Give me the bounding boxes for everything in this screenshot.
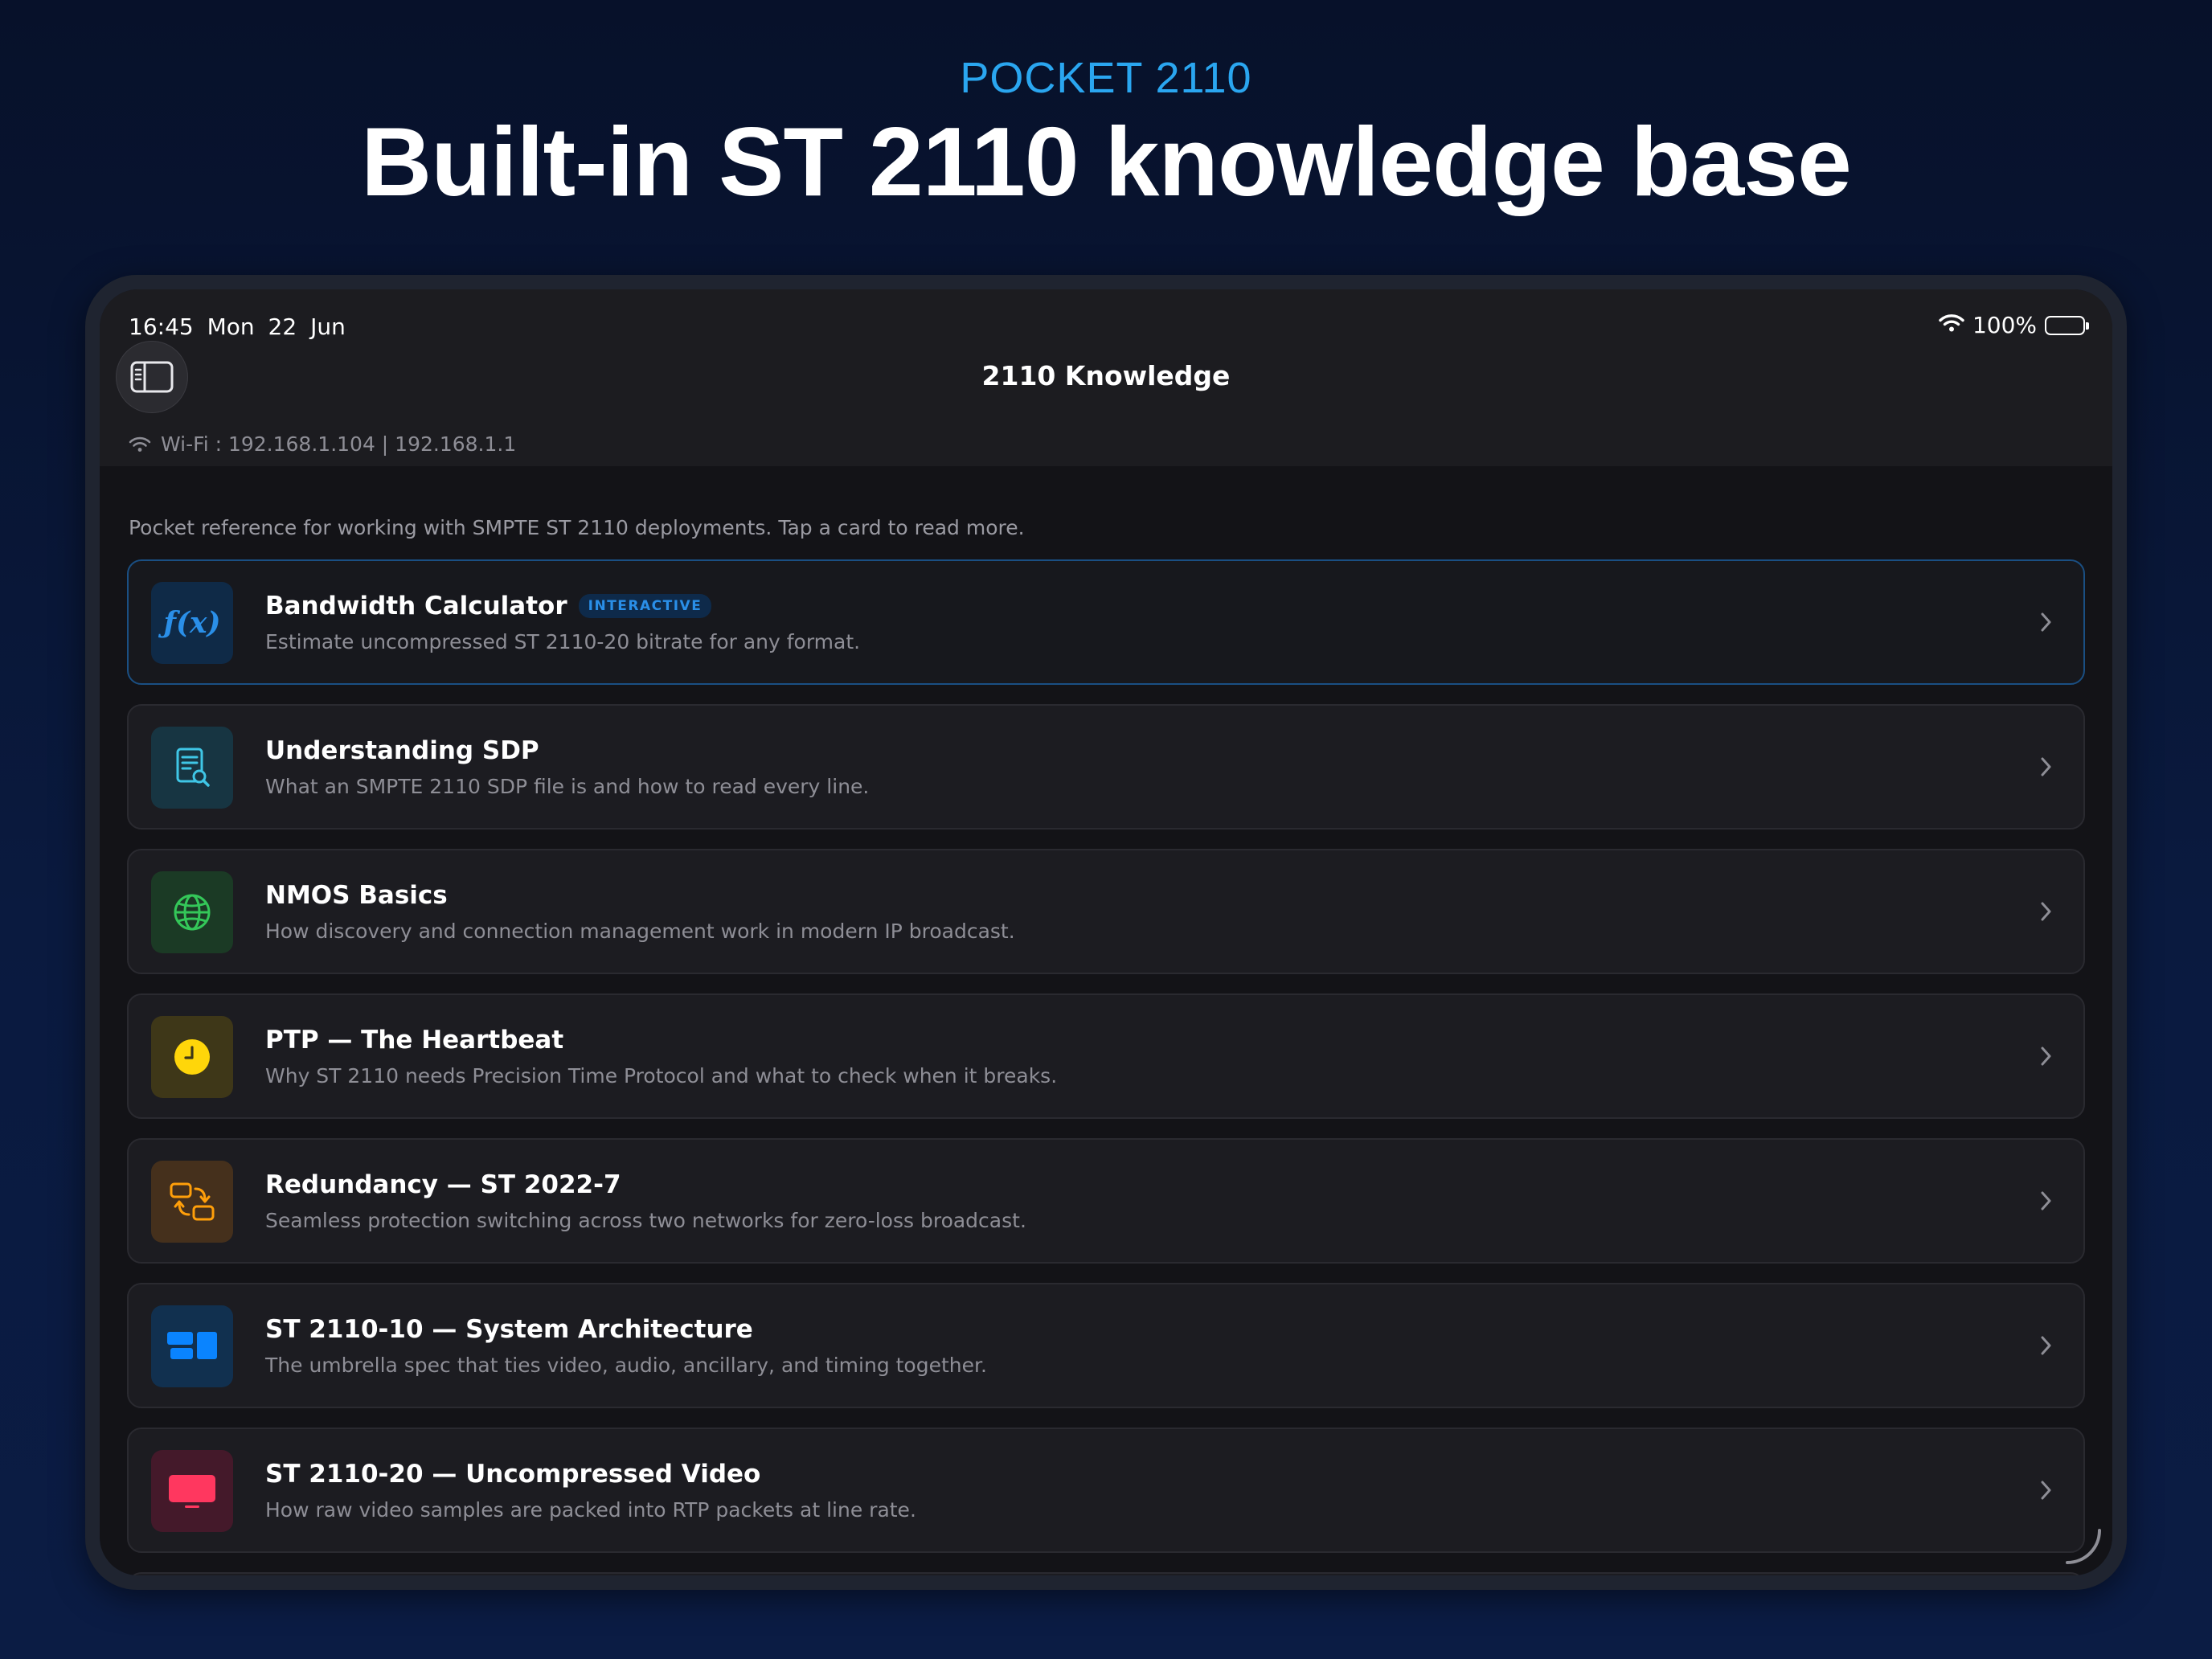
card-subtitle: How raw video samples are packed into RT… [265,1498,916,1522]
intro-text: Pocket reference for working with SMPTE … [129,516,1025,539]
card-subtitle: How discovery and connection management … [265,920,1015,943]
card-title-row: Understanding SDP [265,736,539,765]
card-uncompressed-video[interactable]: ST 2110-20 — Uncompressed Video How raw … [127,1428,2085,1553]
card-title: ST 2110-20 — Uncompressed Video [265,1460,761,1489]
interactive-badge: INTERACTIVE [578,594,712,618]
card-icon-tile: ƒ(x) [151,582,233,664]
brand-label: POCKET 2110 [960,54,1252,102]
card-icon-tile [151,1161,233,1243]
card-title-row: ST 2110-10 — System Architecture [265,1315,753,1344]
card-title: NMOS Basics [265,881,448,910]
card-title-row: Redundancy — ST 2022-7 [265,1170,621,1199]
chevron-right-icon [2041,1336,2051,1355]
scroll-indicator-icon [2066,1529,2101,1564]
chevron-right-icon [2041,1047,2051,1066]
card-bandwidth-calculator[interactable]: ƒ(x) Bandwidth Calculator INTERACTIVE Es… [127,559,2085,685]
app-screen: 16:45 Mon 22 Jun 100% 2110 Knowledge Wi-… [100,289,2112,1575]
page-title: 2110 Knowledge [981,360,1231,391]
card-title: Bandwidth Calculator [265,592,567,621]
battery-percent: 100% [1972,312,2037,338]
chevron-right-icon [2041,902,2051,921]
card-icon-tile [151,1450,233,1532]
card-ptp-heartbeat[interactable]: PTP — The Heartbeat Why ST 2110 needs Pr… [127,993,2085,1119]
document-search-icon [176,748,210,787]
chevron-right-icon [2041,1191,2051,1210]
card-title: Understanding SDP [265,736,539,765]
function-icon: ƒ(x) [163,606,221,640]
card-nmos-basics[interactable]: NMOS Basics How discovery and connection… [127,849,2085,974]
card-subtitle: What an SMPTE 2110 SDP file is and how t… [265,775,870,798]
card-icon-tile [151,727,233,809]
globe-icon [174,894,211,931]
card-redundancy[interactable]: Redundancy — ST 2022-7 Seamless protecti… [127,1138,2085,1264]
blocks-icon [167,1332,217,1359]
card-title-row: PTP — The Heartbeat [265,1026,563,1055]
knowledge-card-list: ƒ(x) Bandwidth Calculator INTERACTIVE Es… [127,559,2085,1575]
hero: POCKET 2110 Built-in ST 2110 knowledge b… [0,56,2212,211]
card-understanding-sdp[interactable]: Understanding SDP What an SMPTE 2110 SDP… [127,704,2085,830]
chevron-right-icon [2041,1481,2051,1500]
network-label: Wi-Fi : 192.168.1.104 | 192.168.1.1 [161,432,517,456]
card-icon-tile [151,1016,233,1098]
navigation-bar: 16:45 Mon 22 Jun 100% 2110 Knowledge Wi-… [100,289,2112,466]
card-title-row: ST 2110-20 — Uncompressed Video [265,1460,760,1489]
card-subtitle: Seamless protection switching across two… [265,1209,1026,1232]
tablet-frame: 16:45 Mon 22 Jun 100% 2110 Knowledge Wi-… [85,275,2127,1590]
status-date: Mon 22 Jun [207,313,346,340]
network-info: Wi-Fi : 192.168.1.104 | 192.168.1.1 [129,432,516,456]
chevron-right-icon [2041,757,2051,776]
status-clock: 16:45 [129,313,194,340]
card-icon-tile [151,1305,233,1387]
status-indicators: 100% [1939,312,2089,338]
status-wifi-icon [1939,312,1964,338]
card-partially-visible[interactable] [127,1572,2085,1575]
wifi-icon [129,436,151,452]
swap-icon [170,1182,215,1221]
headline: Built-in ST 2110 knowledge base [361,107,1852,216]
card-subtitle: Why ST 2110 needs Precision Time Protoco… [265,1064,1058,1088]
card-icon-tile [151,871,233,953]
display-icon [169,1475,215,1508]
card-title-row: Bandwidth Calculator INTERACTIVE [265,592,712,621]
card-subtitle: Estimate uncompressed ST 2110-20 bitrate… [265,630,861,653]
battery-icon [2045,315,2089,335]
clock-icon [174,1039,210,1075]
chevron-right-icon [2041,612,2051,632]
card-title: PTP — The Heartbeat [265,1026,564,1055]
status-time: 16:45 Mon 22 Jun [129,313,346,340]
card-title: ST 2110-10 — System Architecture [265,1315,753,1344]
card-title-row: NMOS Basics [265,881,448,910]
card-title: Redundancy — ST 2022-7 [265,1170,621,1199]
card-subtitle: The umbrella spec that ties video, audio… [265,1354,987,1377]
card-system-architecture[interactable]: ST 2110-10 — System Architecture The umb… [127,1283,2085,1408]
